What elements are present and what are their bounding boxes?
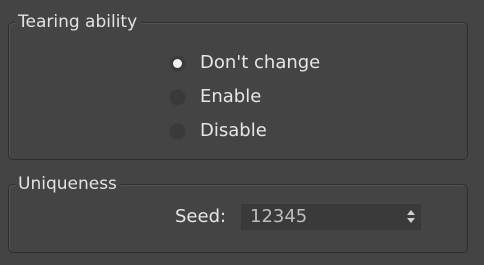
rollout-panel: Tearing ability Don't change Enable Disa… — [0, 0, 484, 265]
seed-spinner[interactable]: 12345 — [241, 204, 421, 230]
radio-dont-change[interactable]: Don't change — [169, 50, 320, 76]
tearing-ability-title: Tearing ability — [15, 12, 142, 32]
spinner-down-arrow-icon[interactable] — [407, 218, 415, 223]
spinner-up-down-icon[interactable] — [407, 210, 415, 224]
radio-label-enable: Enable — [200, 86, 262, 107]
radio-button-icon[interactable] — [169, 122, 186, 140]
uniqueness-group: Uniqueness Seed: 12345 — [8, 174, 468, 253]
radio-label-dont-change: Don't change — [200, 52, 321, 73]
radio-button-icon[interactable] — [169, 54, 186, 72]
uniqueness-title: Uniqueness — [15, 174, 121, 194]
seed-value[interactable]: 12345 — [250, 205, 307, 229]
radio-disable[interactable]: Disable — [169, 118, 267, 144]
radio-enable[interactable]: Enable — [169, 84, 261, 110]
radio-button-icon[interactable] — [169, 88, 186, 106]
radio-label-disable: Disable — [200, 120, 267, 141]
tearing-ability-group: Tearing ability Don't change Enable Disa… — [8, 12, 468, 160]
spinner-up-arrow-icon[interactable] — [407, 210, 415, 215]
seed-label: Seed: — [175, 206, 227, 227]
